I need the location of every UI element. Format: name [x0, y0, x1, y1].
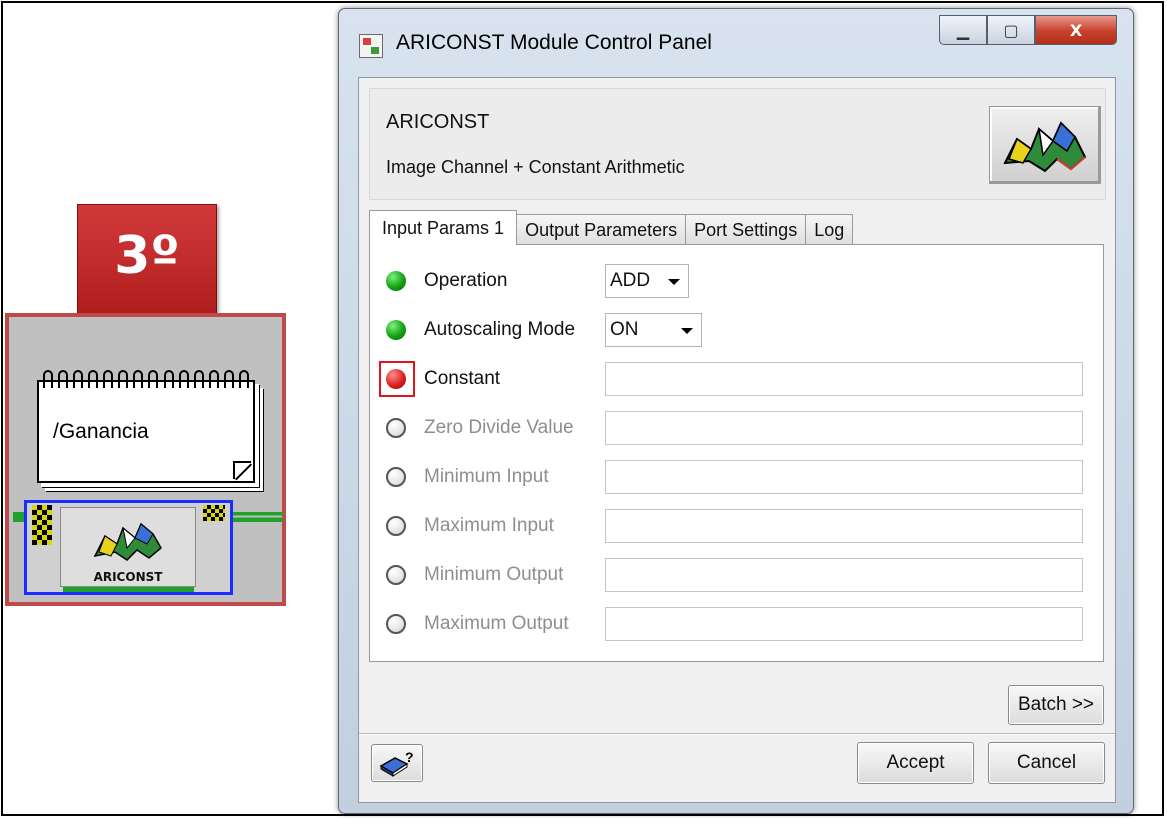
status-led-icon[interactable] [386, 614, 406, 634]
param-label: Autoscaling Mode [424, 319, 576, 340]
tab-output-parameters[interactable]: Output Parameters [516, 214, 687, 245]
chevron-down-icon [681, 328, 693, 334]
tab-log[interactable]: Log [805, 214, 854, 245]
minimum-output-field[interactable] [605, 558, 1083, 592]
cancel-button[interactable]: Cancel [988, 742, 1105, 784]
select-value: ADD [610, 270, 651, 291]
input-params-panel: Operation ADD Autoscaling Mode ON Consta… [369, 244, 1104, 662]
constant-input[interactable] [605, 362, 1083, 396]
module-container: /Ganancia ARICONST [5, 313, 286, 606]
module-name: ARICONST [386, 111, 490, 133]
status-led-icon[interactable] [386, 271, 406, 291]
param-label: Maximum Output [424, 613, 569, 634]
param-label: Zero Divide Value [424, 417, 574, 438]
status-led-icon[interactable] [386, 369, 406, 389]
arithmetic-module-icon [1003, 121, 1087, 173]
chevron-down-icon [668, 279, 680, 285]
title-bar[interactable]: ARICONST Module Control Panel ▁ ▢ X [339, 9, 1133, 77]
zero-divide-value-input[interactable] [605, 411, 1083, 445]
maximize-button[interactable]: ▢ [987, 15, 1035, 45]
param-label: Minimum Input [424, 466, 549, 487]
help-button[interactable]: ? [371, 744, 423, 782]
param-row-maximum-input: Maximum Input [370, 506, 1105, 546]
param-row-minimum-input: Minimum Input [370, 457, 1105, 497]
output-port-icon[interactable] [203, 505, 225, 521]
help-book-icon: ? [379, 749, 414, 777]
spiral-binding [43, 370, 249, 390]
close-button[interactable]: X [1035, 15, 1117, 45]
module-icon-button[interactable] [989, 106, 1101, 184]
help-mark: ? [405, 749, 414, 765]
step-badge: 3º [77, 204, 217, 316]
maximum-input-field[interactable] [605, 509, 1083, 543]
notepad-text: /Ganancia [53, 420, 149, 443]
param-label: Minimum Output [424, 564, 564, 585]
param-label: Constant [424, 368, 501, 389]
tab-input-params-1[interactable]: Input Params 1 [369, 210, 518, 245]
batch-button[interactable]: Batch >> [1008, 685, 1104, 725]
tab-bar: Input Params 1 Output Parameters Port Se… [369, 210, 854, 245]
minimum-input-field[interactable] [605, 460, 1083, 494]
param-row-maximum-output: Maximum Output [370, 604, 1105, 644]
tab-port-settings[interactable]: Port Settings [685, 214, 807, 245]
param-row-constant: Constant [370, 359, 1105, 399]
param-row-autoscaling-mode: Autoscaling Mode ON [370, 310, 1105, 350]
status-led-icon[interactable] [386, 418, 406, 438]
autoscaling-mode-select[interactable]: ON [605, 313, 702, 347]
divider [359, 733, 1115, 735]
node-label: ARICONST [93, 570, 163, 584]
page-corner-icon [233, 461, 251, 479]
param-row-operation: Operation ADD [370, 261, 1105, 301]
param-label: Operation [424, 270, 508, 291]
control-panel-window: ARICONST Module Control Panel ▁ ▢ X ARIC… [338, 8, 1134, 814]
select-value: ON [610, 319, 639, 340]
module-header: ARICONST Image Channel + Constant Arithm… [369, 88, 1106, 200]
status-led-icon[interactable] [386, 320, 406, 340]
window-controls: ▁ ▢ X [939, 15, 1117, 45]
app-icon[interactable] [359, 34, 383, 58]
window-title: ARICONST Module Control Panel [396, 31, 712, 54]
notepad-icon: /Ganancia [37, 370, 255, 483]
input-port-icon[interactable] [32, 505, 52, 545]
maximum-output-field[interactable] [605, 607, 1083, 641]
accept-button[interactable]: Accept [857, 742, 974, 784]
status-led-icon[interactable] [386, 467, 406, 487]
output-wire [233, 512, 283, 522]
ariconst-node[interactable]: ARICONST [24, 500, 233, 595]
node-status-bar [63, 587, 194, 592]
status-led-icon[interactable] [386, 565, 406, 585]
param-row-zero-divide-value: Zero Divide Value [370, 408, 1105, 448]
module-description: Image Channel + Constant Arithmetic [386, 157, 685, 177]
dialog-client-area: ARICONST Image Channel + Constant Arithm… [358, 77, 1116, 803]
operation-select[interactable]: ADD [605, 264, 689, 298]
status-led-icon[interactable] [386, 516, 406, 536]
param-row-minimum-output: Minimum Output [370, 555, 1105, 595]
minimize-button[interactable]: ▁ [939, 15, 987, 45]
arithmetic-module-icon [93, 522, 162, 561]
node-body: ARICONST [60, 507, 196, 587]
param-label: Maximum Input [424, 515, 554, 536]
